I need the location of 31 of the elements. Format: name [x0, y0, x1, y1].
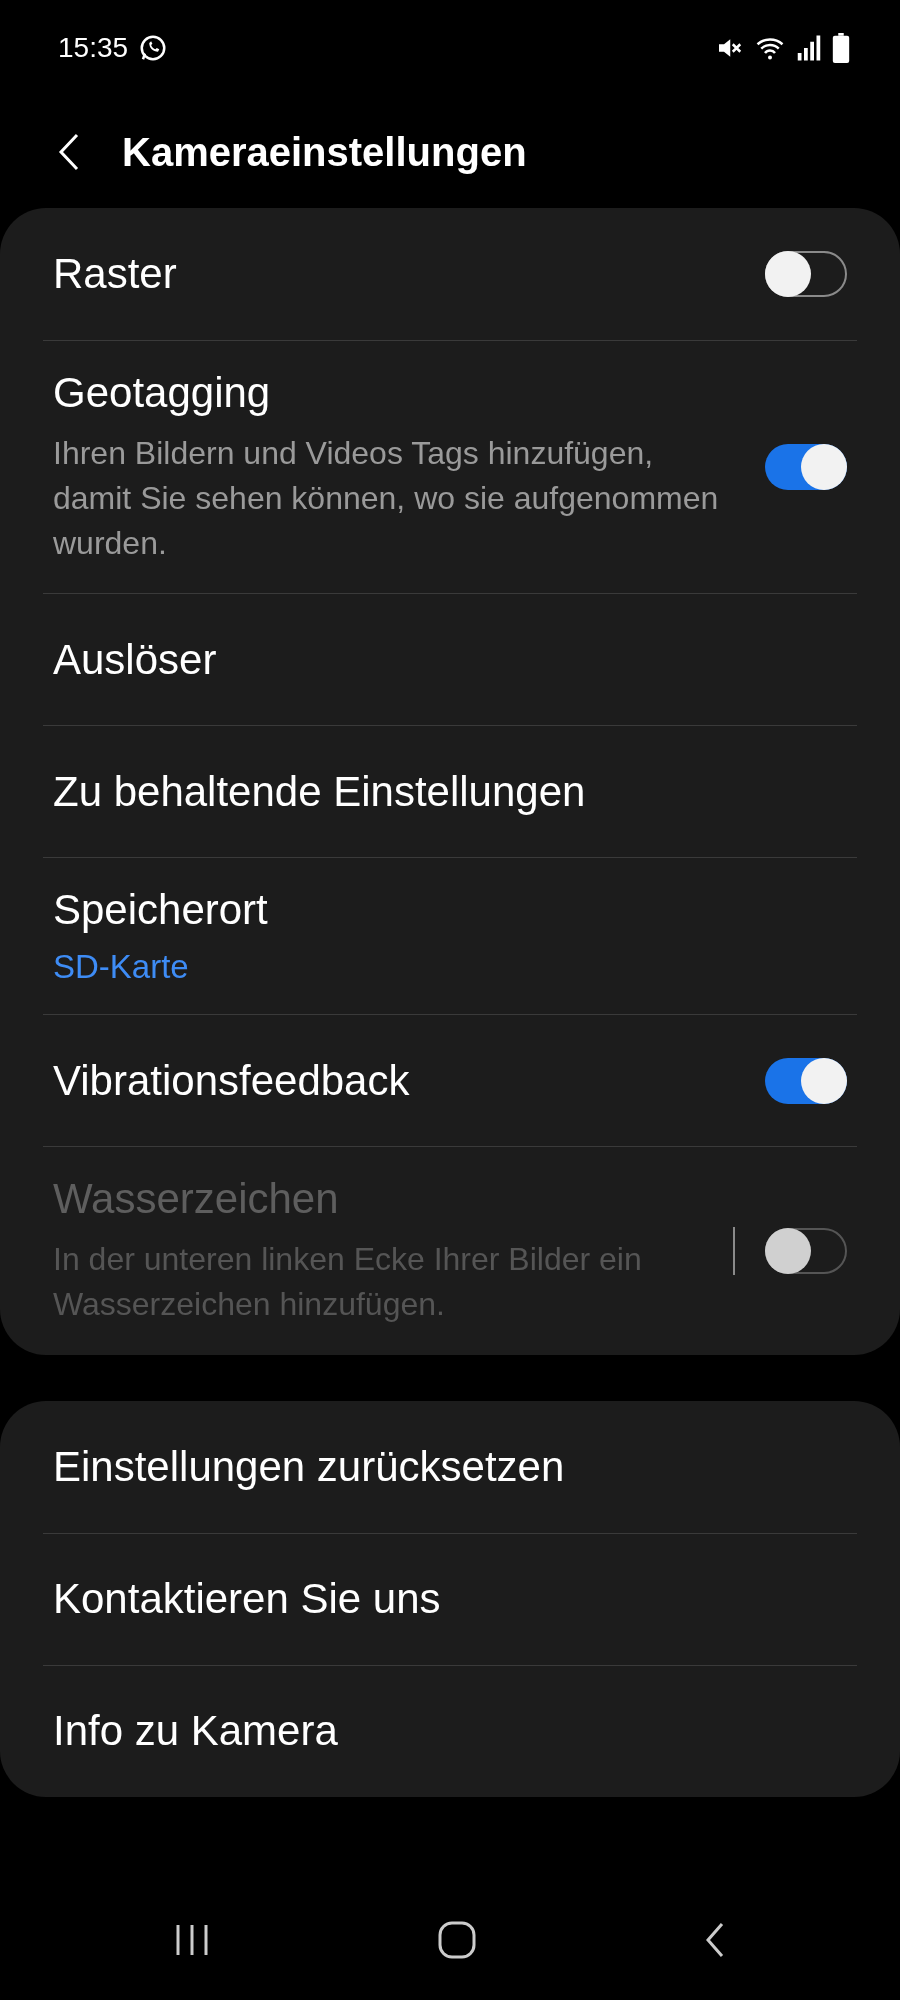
status-time: 15:35 — [58, 32, 129, 64]
home-icon[interactable] — [437, 1920, 477, 1960]
settings-item[interactable]: Geotagging Ihren Bildern und Videos Tags hinzufügen, damit Sie sehen können, wo sie aufgenommen wurden. — [43, 340, 857, 594]
item-description: In der unteren linken Ecke Ihrer Bilder ein Wasserzeichen hinzufügen. — [53, 1240, 643, 1325]
item-title: Zu behaltende Einstellungen — [53, 767, 587, 816]
item-title: Einstellungen zurücksetzen — [53, 1443, 566, 1491]
item-description: Ihren Bildern und Videos Tags hinzufügen, damit Sie sehen können, wo sie aufgenommen wurden. — [53, 434, 720, 563]
item-title: Raster — [53, 250, 178, 298]
toggle-switch[interactable] — [765, 1057, 847, 1104]
page-title: Kameraeinstellungen — [122, 129, 527, 175]
signal-icon — [796, 33, 822, 63]
settings-item[interactable]: Raster — [43, 208, 857, 340]
item-title: Geotagging — [53, 369, 272, 417]
battery-icon — [832, 33, 850, 63]
settings-item[interactable]: Einstellungen zurücksetzen — [43, 1401, 857, 1533]
settings-item[interactable]: Speicherort SD-Karte — [43, 857, 857, 1015]
settings-item[interactable]: Zu behaltende Einstellungen — [43, 725, 857, 858]
toggle-switch[interactable] — [765, 251, 847, 297]
settings-item[interactable]: Vibrationsfeedback — [43, 1014, 857, 1147]
settings-item[interactable]: Auslöser — [43, 593, 857, 726]
item-title: Info zu Kamera — [53, 1707, 339, 1756]
item-title: Kontaktieren Sie uns — [53, 1575, 442, 1624]
item-title: Vibrationsfeedback — [53, 1056, 411, 1105]
item-title: Speicherort — [53, 886, 269, 935]
toggle-switch[interactable] — [765, 444, 847, 491]
item-value: SD-Karte — [53, 948, 190, 987]
item-title: Wasserzeichen — [53, 1175, 340, 1224]
back-icon[interactable] — [58, 132, 80, 172]
settings-item[interactable]: Info zu Kamera — [43, 1665, 857, 1797]
settings-item[interactable]: Kontaktieren Sie uns — [43, 1533, 857, 1665]
item-title: Auslöser — [53, 635, 218, 684]
